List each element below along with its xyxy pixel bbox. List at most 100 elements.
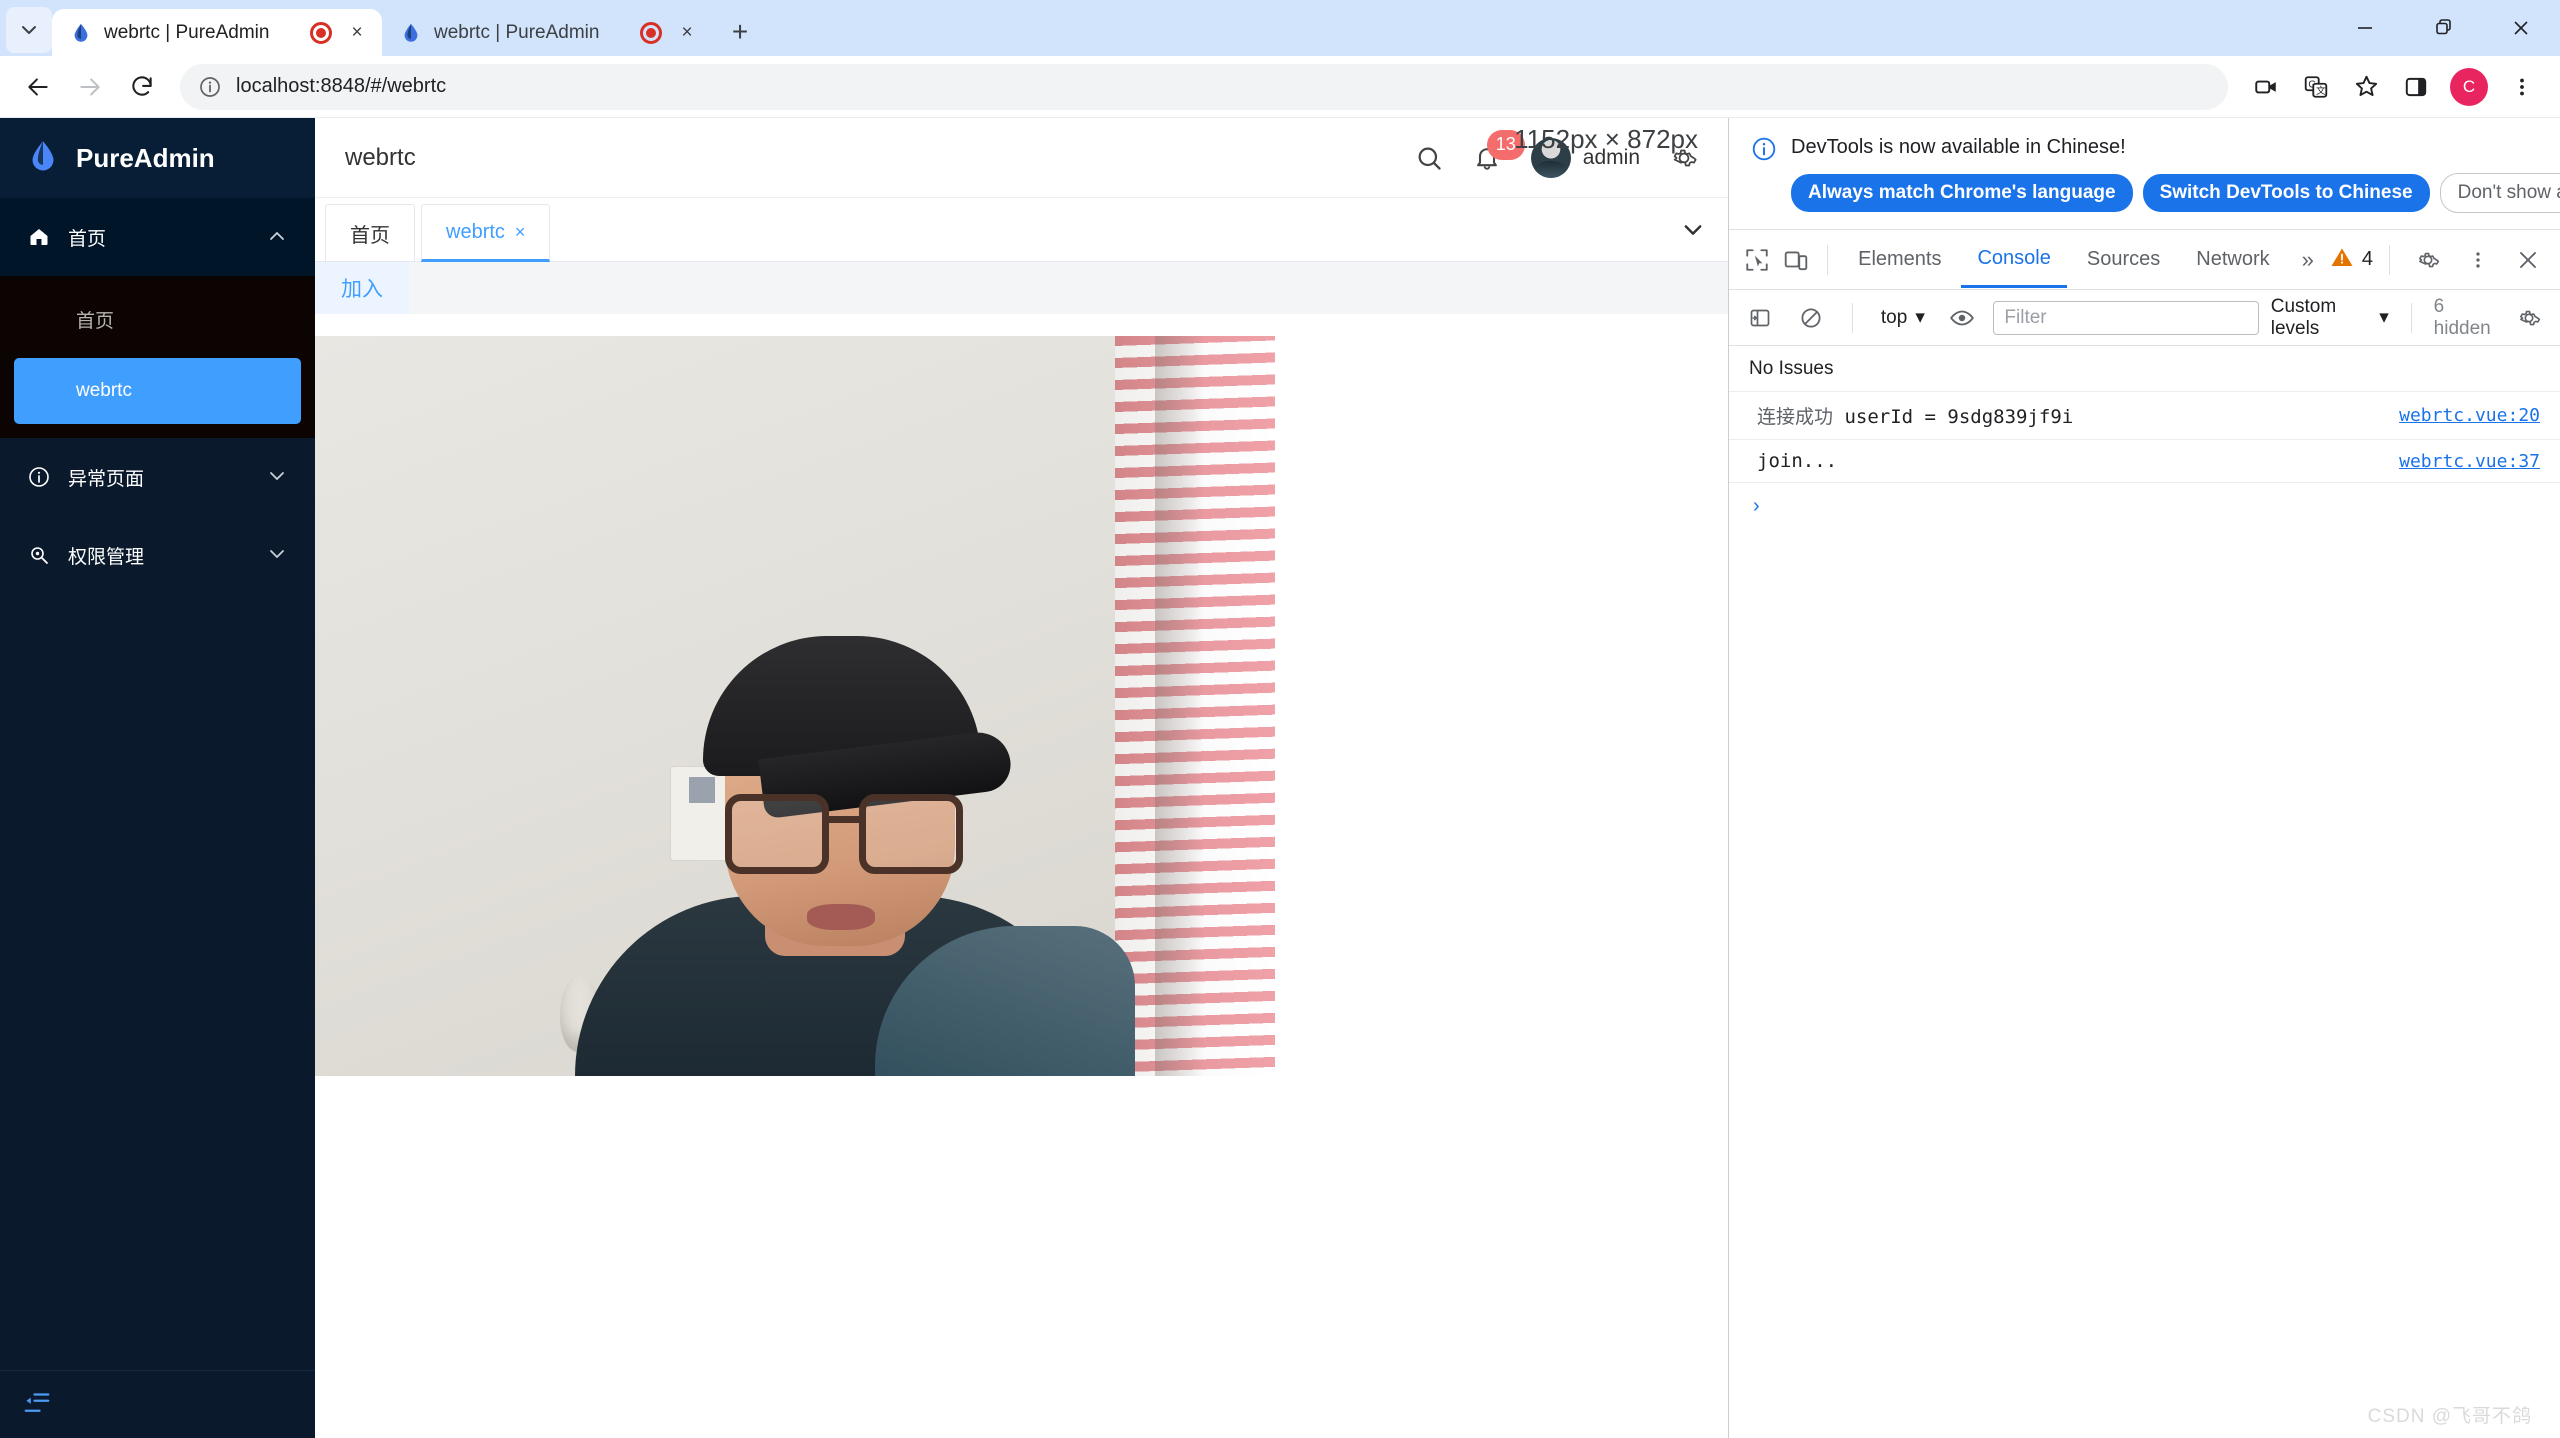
gear-icon[interactable] — [2509, 296, 2548, 340]
console-message-source[interactable]: webrtc.vue:20 — [2399, 405, 2540, 426]
browser-tab-2[interactable]: webrtc | PureAdmin × — [382, 9, 712, 56]
console-message-text: 连接成功 userId = 9sdg839jf9i — [1757, 402, 2399, 429]
collapse-sidebar-icon[interactable] — [22, 1387, 52, 1422]
tab-close-button[interactable]: × — [344, 20, 370, 46]
issues-status: No Issues — [1729, 346, 2560, 392]
back-button[interactable] — [14, 63, 62, 111]
tab-recording-indicator-icon — [640, 21, 662, 44]
sidebar-subitem-webrtc[interactable]: webrtc — [14, 358, 301, 424]
sidebar-item-permissions[interactable]: 权限管理 — [0, 516, 315, 594]
info-circle-icon — [1751, 136, 1777, 168]
switch-devtools-to-chinese-button[interactable]: Switch DevTools to Chinese — [2142, 174, 2430, 212]
local-video-stream[interactable] — [315, 336, 1275, 1076]
browser-tab-strip: webrtc | PureAdmin × webrtc | PureAdmin … — [0, 0, 2560, 56]
window-minimize-button[interactable] — [2326, 0, 2404, 56]
reload-button[interactable] — [118, 63, 166, 111]
console-message-text-mono: join... — [1757, 450, 1838, 472]
page-tab-home[interactable]: 首页 — [325, 204, 415, 261]
console-filter-input[interactable] — [2004, 306, 2248, 329]
console-filter-field[interactable] — [1993, 300, 2259, 335]
console-context-selector[interactable]: top ▾ — [1875, 306, 1931, 329]
video-camera-icon[interactable] — [2242, 63, 2290, 111]
droplet-logo-icon — [26, 139, 60, 178]
page-tab-bar: 首页 webrtc × — [315, 198, 1728, 262]
kebab-menu-icon[interactable] — [2498, 63, 2546, 111]
devtools-tab-network[interactable]: Network — [2180, 232, 2285, 288]
browser-window: webrtc | PureAdmin × webrtc | PureAdmin … — [0, 0, 2560, 1438]
address-bar-url: localhost:8848/#/webrtc — [236, 75, 447, 97]
more-tabs-button[interactable]: » — [2290, 247, 2326, 273]
star-icon[interactable] — [2342, 63, 2390, 111]
web-page: PureAdmin 首页 首页 webrtc 异常页面 权限管理 webrtc … — [0, 118, 1728, 1438]
notifications-button[interactable]: 13 — [1473, 129, 1525, 172]
new-tab-button[interactable]: + — [718, 10, 762, 54]
console-message-source[interactable]: webrtc.vue:37 — [2399, 451, 2540, 472]
sidebar-item-home[interactable]: 首页 — [0, 198, 315, 276]
devtools-panel: DevTools is now available in Chinese! Al… — [1728, 118, 2560, 1438]
app-main: webrtc 13 admin 1152px × 872px 首页 webrtc… — [315, 118, 1728, 1438]
warning-count: 4 — [2361, 248, 2373, 270]
sidebar-footer — [0, 1370, 315, 1438]
forward-button[interactable] — [66, 63, 114, 111]
join-button[interactable]: 加入 — [315, 262, 409, 314]
device-toolbar-icon[interactable] — [1778, 238, 1813, 282]
browser-tab-1[interactable]: webrtc | PureAdmin × — [52, 9, 382, 56]
warning-count-indicator[interactable]: 4 — [2330, 246, 2373, 274]
clear-console-icon[interactable] — [1792, 296, 1831, 340]
tab-close-button[interactable]: × — [674, 20, 700, 46]
devtools-toolbar-right: 4 — [2330, 238, 2550, 282]
magnifier-icon — [26, 542, 52, 568]
kebab-menu-icon[interactable] — [2456, 238, 2500, 282]
window-close-button[interactable] — [2482, 0, 2560, 56]
console-sidebar-icon[interactable] — [1741, 296, 1780, 340]
tab-search-button[interactable] — [6, 7, 52, 53]
inspect-element-icon[interactable] — [1739, 238, 1774, 282]
console-message: 连接成功 userId = 9sdg839jf9i webrtc.vue:20 — [1729, 392, 2560, 440]
window-controls — [2326, 0, 2560, 56]
live-expression-icon[interactable] — [1943, 296, 1982, 340]
info-circle-icon[interactable] — [198, 75, 222, 99]
warning-triangle-icon — [2330, 246, 2354, 274]
page-title: webrtc — [345, 143, 416, 171]
user-name: admin — [1582, 145, 1640, 169]
page-tab-close-button[interactable]: × — [515, 222, 526, 243]
browser-tab-title: webrtc | PureAdmin — [104, 21, 270, 43]
sidebar-item-error-pages[interactable]: 异常页面 — [0, 438, 315, 516]
user-menu[interactable]: admin — [1530, 137, 1640, 178]
banner-text: DevTools is now available in Chinese! — [1791, 136, 2126, 158]
window-maximize-button[interactable] — [2404, 0, 2482, 56]
always-match-language-button[interactable]: Always match Chrome's language — [1791, 174, 2133, 212]
profile-avatar[interactable]: C — [2450, 67, 2488, 106]
header-actions: 13 admin — [1415, 129, 1698, 178]
google-translate-icon[interactable]: G文 — [2292, 63, 2340, 111]
sidebar-item-label: 权限管理 — [68, 546, 145, 568]
gear-icon[interactable] — [2406, 238, 2450, 282]
page-tabs-dropdown-button[interactable] — [1658, 198, 1728, 261]
droplet-icon — [70, 22, 92, 44]
gear-icon[interactable] — [1670, 144, 1698, 172]
page-tab-webrtc[interactable]: webrtc × — [421, 204, 551, 262]
devtools-tab-elements[interactable]: Elements — [1842, 232, 1957, 288]
sidebar-subitem-home[interactable]: 首页 — [14, 286, 301, 352]
sidebar-menu: 首页 首页 webrtc 异常页面 权限管理 — [0, 198, 315, 1370]
devtools-tab-bar: Elements Console Sources Network » 4 — [1729, 230, 2560, 290]
chevron-down-icon — [1684, 224, 1702, 235]
console-prompt[interactable]: › — [1729, 483, 2560, 530]
droplet-icon — [400, 22, 422, 44]
video-area — [315, 314, 1728, 1438]
app-logo-text: PureAdmin — [76, 142, 215, 173]
sidebar-subitem-label: 首页 — [76, 310, 115, 332]
app-sidebar: PureAdmin 首页 首页 webrtc 异常页面 权限管理 — [0, 118, 315, 1438]
content-toolbar: 加入 — [315, 262, 1728, 314]
side-panel-icon[interactable] — [2392, 63, 2440, 111]
search-icon[interactable] — [1415, 144, 1443, 172]
console-levels-selector[interactable]: Custom levels ▾ — [2271, 296, 2389, 340]
address-bar[interactable]: localhost:8848/#/webrtc — [180, 63, 2228, 110]
devtools-tab-console[interactable]: Console — [1961, 232, 2067, 288]
devtools-tab-sources[interactable]: Sources — [2071, 232, 2176, 288]
devtools-close-button[interactable] — [2506, 238, 2550, 282]
dont-show-again-button[interactable]: Don't show again — [2439, 173, 2560, 213]
viewport: PureAdmin 首页 首页 webrtc 异常页面 权限管理 webrtc … — [0, 118, 2560, 1438]
app-logo[interactable]: PureAdmin — [0, 118, 315, 198]
console-message-text: join... — [1757, 450, 2399, 472]
